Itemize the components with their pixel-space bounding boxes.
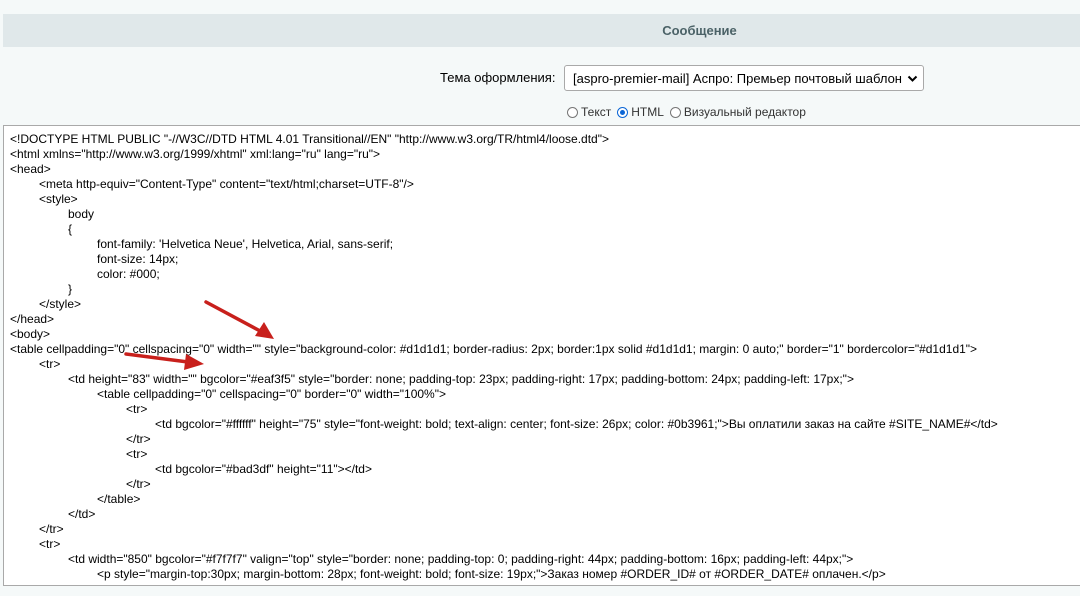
theme-label: Тема оформления: xyxy=(440,70,556,85)
mode-visual-option[interactable]: Визуальный редактор xyxy=(669,105,806,119)
code-text[interactable]: <!DOCTYPE HTML PUBLIC "-//W3C//DTD HTML … xyxy=(10,132,998,582)
mode-text-label: Текст xyxy=(581,105,612,119)
section-title: Сообщение xyxy=(662,23,737,38)
mode-html-option[interactable]: HTML xyxy=(617,105,664,119)
editor-mode-selector: Текст HTML Визуальный редактор xyxy=(567,104,812,120)
theme-select-value: [aspro-premier-mail] Аспро: Премьер почт… xyxy=(573,70,902,86)
mode-visual-radio[interactable] xyxy=(669,106,681,118)
mode-visual-label: Визуальный редактор xyxy=(683,105,806,119)
mode-html-label: HTML xyxy=(631,105,664,119)
section-header: Сообщение xyxy=(3,14,1080,47)
theme-select[interactable]: [aspro-premier-mail] Аспро: Премьер почт… xyxy=(564,65,924,91)
theme-row: Тема оформления: [aspro-premier-mail] Ас… xyxy=(0,65,1080,91)
html-code-editor[interactable]: <!DOCTYPE HTML PUBLIC "-//W3C//DTD HTML … xyxy=(3,125,1080,586)
mode-text-option[interactable]: Текст xyxy=(567,105,611,119)
mode-text-radio[interactable] xyxy=(567,106,578,118)
chevron-down-icon xyxy=(907,75,918,82)
mode-html-radio[interactable] xyxy=(617,106,629,118)
